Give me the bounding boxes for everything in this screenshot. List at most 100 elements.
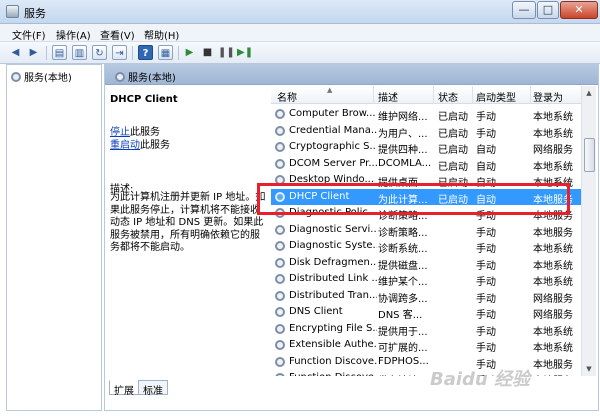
- column-header-name[interactable]: 名称 ▲: [277, 86, 332, 104]
- column-header-description[interactable]: 描述: [378, 89, 398, 104]
- scroll-down-icon[interactable]: ▼: [583, 362, 595, 376]
- service-row[interactable]: Cryptographic S... 提供四种... 已启动 自动 网络服务: [271, 139, 581, 156]
- service-name: Distributed Tran...: [289, 289, 377, 301]
- menu-file[interactable]: 文件(F): [12, 27, 46, 42]
- service-status: 已启动: [438, 178, 468, 189]
- service-gear-icon: [275, 340, 285, 350]
- service-description: 提供四种...: [378, 145, 428, 156]
- service-startup-type: 自动: [476, 161, 496, 173]
- help-icon[interactable]: ?: [138, 45, 153, 60]
- tab-extended[interactable]: 扩展: [109, 380, 139, 397]
- minimize-button[interactable]: —: [512, 1, 536, 19]
- service-logon-as: 网络服务: [533, 145, 573, 156]
- service-logon-as: 本地系统: [533, 343, 573, 354]
- service-startup-type: 手动: [476, 211, 496, 222]
- service-status: 已启动: [438, 194, 468, 206]
- back-icon[interactable]: ◀: [8, 45, 23, 60]
- service-row[interactable]: Function Discove... FDPHOS... 手动 本地服务: [271, 354, 581, 371]
- service-name: Desktop Windo...: [289, 174, 375, 185]
- service-row[interactable]: Diagnostic Syste... 诊断系统... 手动 本地系统: [271, 238, 581, 255]
- service-name: Disk Defragmen...: [289, 256, 377, 268]
- service-startup-type: 自动: [476, 194, 496, 206]
- menu-view[interactable]: 查看(V): [100, 27, 135, 42]
- restart-service-icon[interactable]: ▶❚: [237, 45, 253, 60]
- service-status: 已启动: [438, 145, 468, 156]
- start-service-icon[interactable]: ▶: [182, 45, 197, 60]
- service-row[interactable]: Distributed Link ... 维护某个... 手动 本地系统: [271, 271, 581, 288]
- service-gear-icon: [275, 356, 285, 367]
- service-name: Credential Mana...: [289, 124, 377, 136]
- service-row[interactable]: DCOM Server Pr... DCOMLA... 已启动 自动 本地系统: [271, 156, 581, 173]
- scroll-up-icon[interactable]: ▲: [583, 86, 595, 100]
- forward-icon[interactable]: ▶: [26, 45, 41, 60]
- panel-header: 服务(本地): [105, 65, 598, 85]
- refresh-icon[interactable]: ↻: [92, 45, 107, 60]
- service-row[interactable]: Credential Mana... 为用户、... 已启动 手动 本地系统: [271, 123, 581, 140]
- service-row[interactable]: DHCP Client 为此计算... 已启动 自动 本地服务: [271, 188, 581, 206]
- service-name: DNS Client: [289, 306, 343, 317]
- export-list-icon[interactable]: ⇥: [112, 45, 127, 60]
- maximize-button[interactable]: □: [537, 1, 559, 19]
- service-gear-icon: [275, 257, 285, 268]
- close-button[interactable]: ✕: [560, 1, 598, 19]
- service-status: 已启动: [438, 161, 468, 173]
- service-description: DCOMLA...: [378, 157, 432, 169]
- service-name: Encrypting File S...: [289, 322, 377, 334]
- service-logon-as: 网络服务: [533, 293, 573, 305]
- menu-help[interactable]: 帮助(H): [144, 27, 179, 42]
- service-gear-icon: [275, 307, 285, 317]
- service-row[interactable]: Computer Brow... 维护网络... 已启动 手动 本地系统: [271, 106, 581, 123]
- restart-service-link[interactable]: 重启动: [110, 140, 140, 151]
- service-description: 诊断系统...: [378, 244, 428, 255]
- service-logon-as: 本地系统: [533, 244, 573, 255]
- service-logon-as: 本地系统: [533, 277, 573, 288]
- column-header-status[interactable]: 状态: [438, 89, 458, 104]
- service-startup-type: 手动: [476, 112, 496, 123]
- service-row[interactable]: Extensible Authe... 可扩展的... 手动 本地系统: [271, 337, 581, 354]
- service-row[interactable]: Diagnostic Servi... 诊断策略... 手动 本地服务: [271, 222, 581, 239]
- vertical-scrollbar[interactable]: ▲ ▼: [581, 86, 596, 376]
- service-row[interactable]: DNS Client DNS 客... 手动 网络服务: [271, 304, 581, 321]
- service-row[interactable]: Diagnostic Polic... 诊断策略... 手动 本地服务: [271, 205, 581, 222]
- menu-bar: 文件(F) 操作(A) 查看(V) 帮助(H): [0, 24, 600, 42]
- description-pane: DHCP Client 停止此服务 重启动此服务 描述: 为此计算机注册并更新 …: [105, 86, 271, 376]
- gear-icon: [11, 72, 21, 82]
- tree-item-label: 服务(本地): [24, 73, 72, 84]
- pause-service-icon[interactable]: ❚❚: [218, 45, 235, 60]
- properties-icon[interactable]: ▥: [72, 45, 87, 60]
- title-bar: 服务 — □ ✕: [0, 0, 600, 24]
- services-list: 名称 ▲ 描述 状态 启动类型 登录为 Computer Brow... 维护网络.…: [271, 86, 596, 376]
- service-gear-icon: [275, 191, 285, 202]
- service-row[interactable]: Encrypting File S... 提供用于... 手动 本地系统: [271, 321, 581, 338]
- column-header-logon-as[interactable]: 登录为: [533, 89, 563, 104]
- watermark: Baidu 经验: [430, 369, 531, 390]
- service-description: 提供用于...: [378, 326, 428, 338]
- service-name: DHCP Client: [289, 190, 350, 202]
- service-logon-as: 本地服务: [533, 359, 573, 371]
- service-row[interactable]: Distributed Tran... 协调跨多... 手动 网络服务: [271, 288, 581, 305]
- service-gear-icon: [275, 241, 285, 251]
- tree-item-services-local[interactable]: 服务(本地): [11, 69, 72, 84]
- service-logon-as: 本地系统: [533, 128, 573, 140]
- column-header-startup-type[interactable]: 启动类型: [476, 89, 516, 104]
- service-startup-type: 自动: [476, 145, 496, 156]
- service-row[interactable]: Disk Defragmen... 提供磁盘... 手动 本地系统: [271, 255, 581, 272]
- service-gear-icon: [275, 323, 285, 334]
- scroll-thumb[interactable]: [584, 138, 595, 172]
- service-description: 协调跨多...: [378, 293, 428, 305]
- restart-action: 重启动此服务: [110, 136, 170, 151]
- service-description: 提供桌面...: [378, 178, 428, 189]
- toolbar: ◀ ▶ ▤ ▥ ↻ ⇥ ? ▦ ▶ ■ ❚❚ ▶❚: [0, 42, 600, 64]
- service-logon-as: 本地系统: [533, 178, 573, 189]
- service-status: 已启动: [438, 112, 468, 123]
- menu-action[interactable]: 操作(A): [56, 27, 91, 42]
- tab-standard[interactable]: 标准: [138, 380, 168, 397]
- service-row[interactable]: Desktop Windo... 提供桌面... 已启动 自动 本地系统: [271, 172, 581, 189]
- toolbar-separator: [178, 46, 179, 60]
- show-tree-icon[interactable]: ▤: [52, 45, 67, 60]
- service-startup-type: 手动: [476, 128, 496, 140]
- stop-service-icon[interactable]: ■: [200, 45, 215, 60]
- service-logon-as: 本地系统: [533, 326, 573, 338]
- toolbar-separator: [132, 46, 133, 60]
- properties-pane-icon[interactable]: ▦: [158, 45, 173, 60]
